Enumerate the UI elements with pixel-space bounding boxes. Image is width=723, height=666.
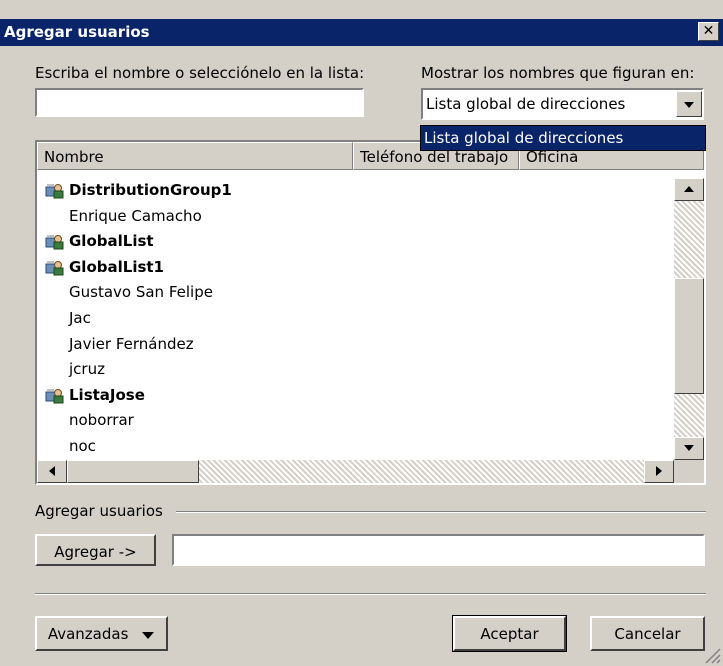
vertical-scroll-thumb[interactable] <box>674 278 704 394</box>
group-icon <box>45 184 64 199</box>
list-item-name: Javier Fernández <box>69 334 194 353</box>
users-list[interactable]: Nombre Teléfono del trabajo Oficina Dist… <box>35 140 706 485</box>
address-book-select[interactable]: Lista global de direcciones <box>421 88 704 120</box>
chevron-down-icon <box>142 632 155 639</box>
list-item-name: noc <box>69 437 96 455</box>
scroll-up-icon <box>684 186 694 192</box>
title-bar[interactable]: Agregar usuarios ✕ <box>0 19 723 46</box>
list-item-name: Gustavo San Felipe <box>69 283 213 302</box>
scrollbar-corner <box>674 460 704 483</box>
advanced-button[interactable]: Avanzadas <box>35 616 168 651</box>
close-icon[interactable]: ✕ <box>703 23 715 39</box>
group-icon <box>45 388 64 404</box>
address-book-option-highlighted[interactable]: Lista global de direcciones <box>420 125 706 151</box>
list-item[interactable]: Javier Fernández <box>41 332 661 357</box>
add-button-label: Agregar -> <box>54 543 137 561</box>
cancel-button[interactable]: Cancelar <box>590 616 705 651</box>
horizontal-scrollbar[interactable] <box>37 460 674 483</box>
vertical-scrollbar[interactable] <box>674 178 704 460</box>
resize-grip-icon[interactable] <box>703 646 721 664</box>
address-book-label: Mostrar los nombres que figuran en: <box>421 64 695 82</box>
chevron-down-icon <box>684 102 694 108</box>
list-item[interactable]: GlobalList <box>41 229 661 254</box>
footer-separator <box>35 593 706 595</box>
list-item[interactable]: jcruz <box>41 357 661 382</box>
ok-button-label: Aceptar <box>480 625 539 643</box>
add-users-separator <box>176 511 706 513</box>
advanced-button-label: Avanzadas <box>47 625 129 643</box>
add-users-label: Agregar usuarios <box>35 502 163 520</box>
list-item-name: GlobalList1 <box>69 257 164 276</box>
address-book-option-label: Lista global de direcciones <box>424 129 624 147</box>
add-users-dialog: Agregar usuarios ✕ Escriba el nombre o s… <box>0 0 723 666</box>
close-button[interactable]: ✕ <box>698 22 719 41</box>
address-book-selected: Lista global de direcciones <box>426 95 626 113</box>
list-item[interactable]: DistributionGroup1 <box>41 178 661 203</box>
window-title: Agregar usuarios <box>4 23 150 41</box>
list-item[interactable]: noc <box>41 434 661 459</box>
scroll-right-icon <box>656 466 662 476</box>
scroll-left-button[interactable] <box>37 460 67 483</box>
list-item[interactable]: noborrar <box>41 408 661 433</box>
search-input[interactable] <box>35 88 364 117</box>
add-button[interactable]: Agregar -> <box>35 534 156 566</box>
list-item-name: DistributionGroup1 <box>69 181 232 199</box>
cancel-button-label: Cancelar <box>614 625 681 643</box>
list-item-name: jcruz <box>69 360 105 379</box>
scroll-left-icon <box>49 466 55 476</box>
horizontal-scroll-thumb[interactable] <box>67 460 199 483</box>
list-item-name: noborrar <box>69 411 134 430</box>
add-users-input[interactable] <box>172 534 705 566</box>
column-header-name[interactable]: Nombre <box>37 142 353 170</box>
list-item-name: Jac <box>69 309 91 327</box>
scroll-down-button[interactable] <box>674 437 704 460</box>
ok-button[interactable]: Aceptar <box>452 615 567 652</box>
search-label: Escriba el nombre o selecciónelo en la l… <box>35 64 365 82</box>
list-item[interactable]: GlobalList1 <box>41 255 661 280</box>
scroll-right-button[interactable] <box>644 460 674 483</box>
list-item[interactable]: Enrique Camacho <box>41 204 661 229</box>
list-item[interactable]: Gustavo San Felipe <box>41 280 661 305</box>
group-icon <box>45 260 64 276</box>
address-book-dropdown-button[interactable] <box>676 91 702 117</box>
scroll-up-button[interactable] <box>674 178 704 201</box>
list-item-name: GlobalList <box>69 232 154 251</box>
list-item-name: ListaJose <box>69 385 145 404</box>
column-header-name-label: Nombre <box>44 148 104 166</box>
group-icon <box>45 235 64 250</box>
list-item[interactable]: ListaJose <box>41 383 661 408</box>
list-item-name: Enrique Camacho <box>69 206 202 225</box>
list-item[interactable]: Jac <box>41 306 661 331</box>
scroll-down-icon <box>684 445 694 451</box>
